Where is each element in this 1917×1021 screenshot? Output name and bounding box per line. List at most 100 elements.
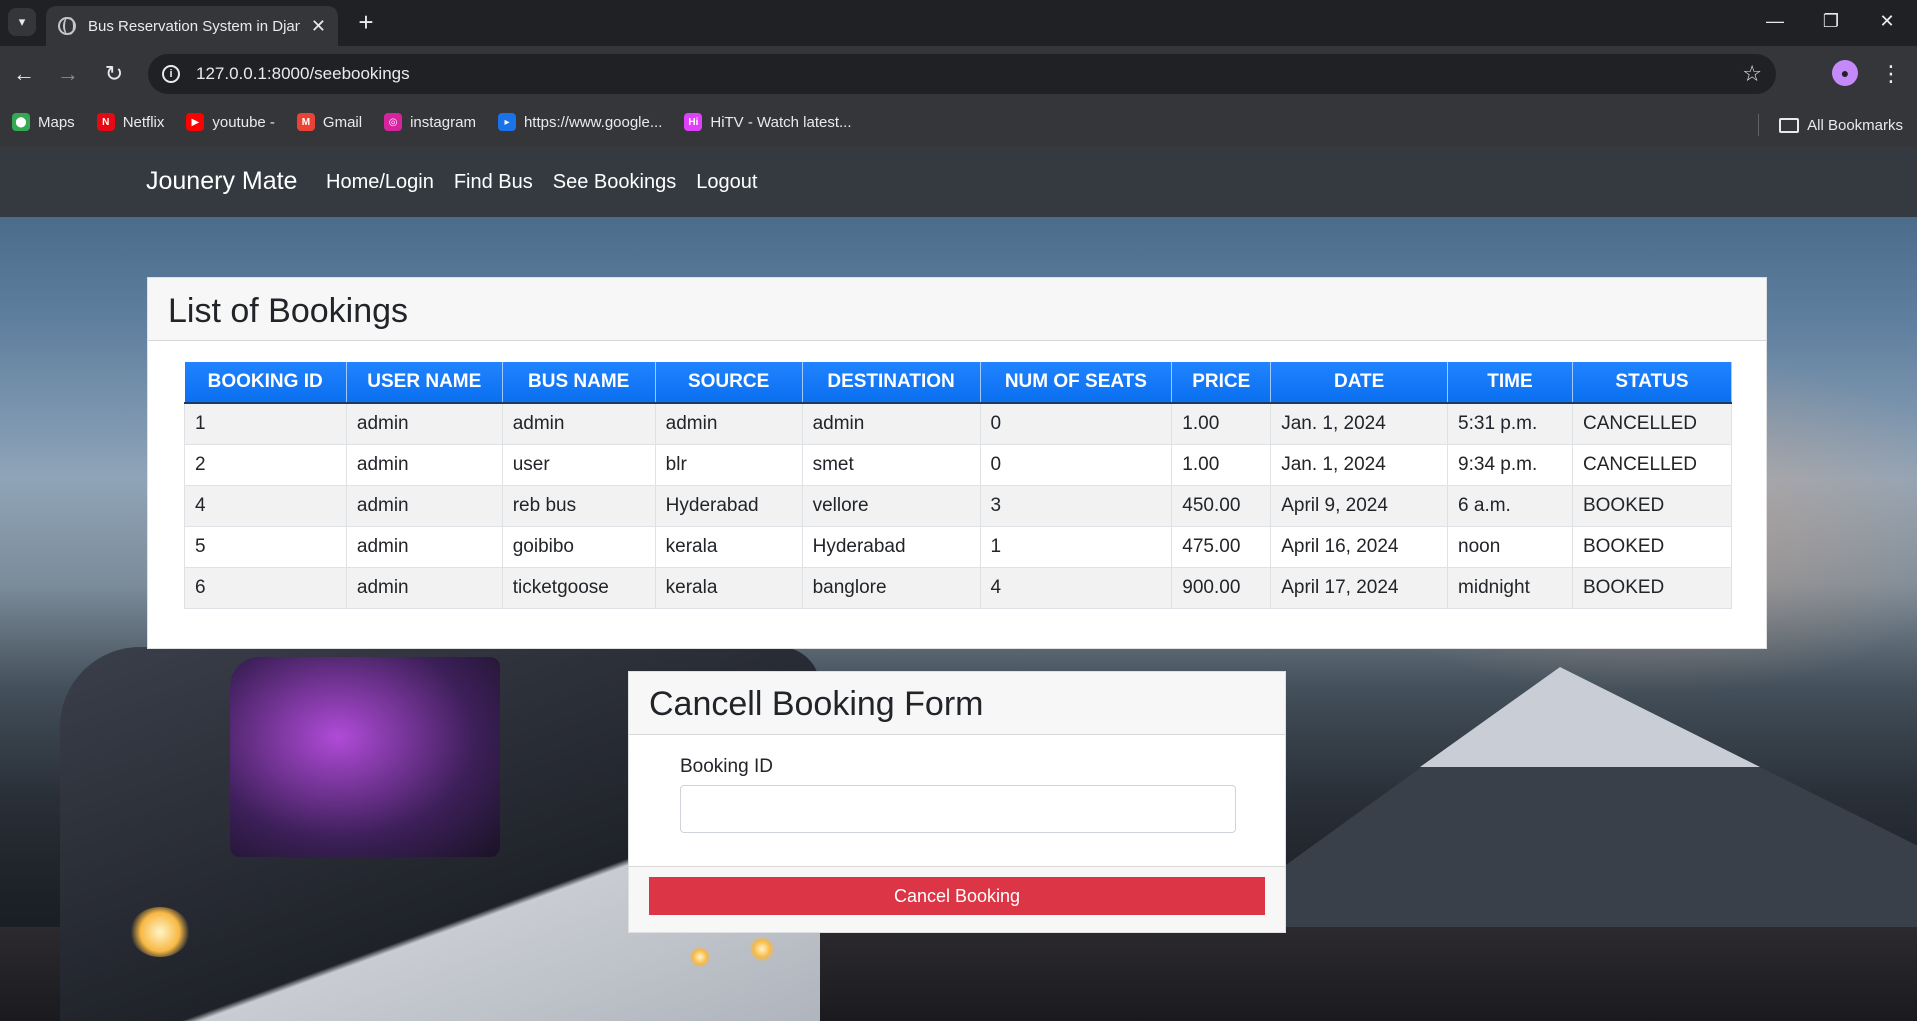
nav-logout[interactable]: Logout <box>696 171 757 194</box>
column-header: PRICE <box>1171 362 1272 404</box>
table-cell: admin <box>345 443 503 486</box>
bookmark-hitv[interactable]: Hi HiTV - Watch latest... <box>684 113 852 131</box>
site-brand[interactable]: Jounery Mate <box>146 167 297 196</box>
table-cell: kerala <box>654 566 803 609</box>
bookmark-star-icon[interactable]: ☆ <box>1742 61 1762 87</box>
site-nav-links: Home/Login Find Bus See Bookings Logout <box>326 171 777 194</box>
hitv-icon: Hi <box>684 113 703 131</box>
background-mountain-snow <box>1420 667 1760 767</box>
table-cell: 2 <box>184 443 347 486</box>
forward-icon[interactable]: → <box>50 56 86 92</box>
restore-icon[interactable]: ❐ <box>1803 0 1859 42</box>
column-header: DATE <box>1270 362 1449 404</box>
bookmark-instagram[interactable]: ◎ instagram <box>384 113 476 131</box>
tab-search-icon[interactable]: ▾ <box>8 8 36 36</box>
table-cell: BOOKED <box>1571 525 1733 568</box>
column-header: NUM OF SEATS <box>980 362 1173 404</box>
table-cell: CANCELLED <box>1571 443 1733 486</box>
table-cell: admin <box>345 484 503 527</box>
table-header-row: BOOKING ID USER NAME BUS NAME SOURCE DES… <box>184 362 1733 404</box>
back-icon[interactable]: ← <box>6 56 42 92</box>
table-cell: goibibo <box>501 525 656 568</box>
table-cell: 900.00 <box>1171 566 1272 609</box>
tab-title: Bus Reservation System in Djan <box>88 17 300 35</box>
table-cell: April 16, 2024 <box>1270 525 1449 568</box>
cancel-form-footer: Cancel Booking <box>629 866 1285 932</box>
address-bar[interactable]: i 127.0.0.1:8000/seebookings ☆ <box>148 54 1776 94</box>
youtube-icon: ▶ <box>186 113 205 131</box>
bookings-table: BOOKING ID USER NAME BUS NAME SOURCE DES… <box>184 362 1733 609</box>
cancel-booking-card: Cancell Booking Form Booking ID Cancel B… <box>628 671 1286 933</box>
google-icon: ▸ <box>497 113 516 131</box>
minimize-icon[interactable]: — <box>1747 0 1803 42</box>
close-tab-icon[interactable]: ✕ <box>311 16 326 37</box>
bookmarks-bar: ⬤ Maps N Netflix ▶ youtube - M Gmail ◎ instag… <box>0 102 1917 142</box>
table-cell: ticketgoose <box>501 566 656 609</box>
bookmark-google[interactable]: ▸ https://www.google... <box>497 113 663 131</box>
table-cell: admin <box>501 402 656 445</box>
column-header: DESTINATION <box>802 362 981 404</box>
table-row: 1 admin admin admin admin 0 1.00 Jan. 1,… <box>184 402 1733 445</box>
close-window-icon[interactable]: ✕ <box>1859 0 1915 42</box>
bookmark-label: Netflix <box>122 113 165 131</box>
table-cell: 0 <box>979 402 1173 445</box>
nav-find-bus[interactable]: Find Bus <box>454 171 533 194</box>
column-header: BOOKING ID <box>184 362 347 404</box>
table-cell: noon <box>1447 525 1573 568</box>
column-header: STATUS <box>1572 362 1733 404</box>
column-header: USER NAME <box>346 362 503 404</box>
table-cell: Hyderabad <box>801 525 981 568</box>
booking-id-input[interactable] <box>680 785 1236 833</box>
table-cell: 1.00 <box>1171 443 1272 486</box>
cancel-booking-button[interactable]: Cancel Booking <box>649 877 1265 915</box>
bookmark-gmail[interactable]: M Gmail <box>296 113 362 131</box>
reload-icon[interactable]: ↻ <box>96 56 132 92</box>
nav-see-bookings[interactable]: See Bookings <box>553 171 676 194</box>
bookmark-netflix[interactable]: N Netflix <box>96 113 165 131</box>
table-cell: BOOKED <box>1571 484 1733 527</box>
table-cell: Hyderabad <box>654 484 803 527</box>
bookmark-youtube[interactable]: ▶ youtube - <box>186 113 275 131</box>
table-cell: Jan. 1, 2024 <box>1270 443 1449 486</box>
table-cell: 1 <box>979 525 1173 568</box>
table-cell: 4 <box>979 566 1173 609</box>
table-cell: 3 <box>979 484 1173 527</box>
table-cell: 5:31 p.m. <box>1447 402 1573 445</box>
table-cell: smet <box>801 443 981 486</box>
table-cell: 0 <box>979 443 1173 486</box>
table-cell: 6 <box>184 566 347 609</box>
bus-side-light <box>750 937 774 961</box>
table-cell: kerala <box>654 525 803 568</box>
table-cell: blr <box>654 443 803 486</box>
bookmark-label: https://www.google... <box>523 113 663 131</box>
column-header: TIME <box>1447 362 1573 404</box>
nav-home-login[interactable]: Home/Login <box>326 171 434 194</box>
bookmark-label: Maps <box>38 113 75 131</box>
bus-headlight <box>130 907 190 957</box>
profile-avatar-icon[interactable]: ● <box>1832 60 1858 86</box>
url-text: 127.0.0.1:8000/seebookings <box>196 64 410 83</box>
instagram-icon: ◎ <box>384 113 403 131</box>
table-row: 2 admin user blr smet 0 1.00 Jan. 1, 202… <box>184 443 1733 486</box>
all-bookmarks[interactable]: All Bookmarks <box>1758 114 1903 136</box>
gmail-icon: M <box>296 113 315 131</box>
browser-menu-icon[interactable]: ⋮ <box>1876 56 1906 92</box>
table-cell: 9:34 p.m. <box>1447 443 1573 486</box>
bookmark-label: instagram <box>410 113 476 131</box>
bookmark-maps[interactable]: ⬤ Maps <box>12 113 75 131</box>
all-bookmarks-label: All Bookmarks <box>1807 116 1903 134</box>
table-cell: 450.00 <box>1171 484 1272 527</box>
table-cell: admin <box>654 402 803 445</box>
bookings-title: List of Bookings <box>148 278 1766 341</box>
new-tab-icon[interactable]: + <box>350 6 382 38</box>
table-cell: user <box>501 443 656 486</box>
table-cell: admin <box>345 525 503 568</box>
table-cell: banglore <box>801 566 981 609</box>
site-info-icon[interactable]: i <box>162 65 180 83</box>
booking-id-label: Booking ID <box>680 756 773 777</box>
table-row: 4 admin reb bus Hyderabad vellore 3 450.… <box>184 484 1733 527</box>
netflix-icon: N <box>96 113 115 131</box>
bookings-card: List of Bookings BOOKING ID USER NAME BU… <box>147 277 1767 649</box>
table-cell: 1.00 <box>1171 402 1272 445</box>
browser-tab[interactable]: Bus Reservation System in Djan ✕ <box>46 6 338 46</box>
